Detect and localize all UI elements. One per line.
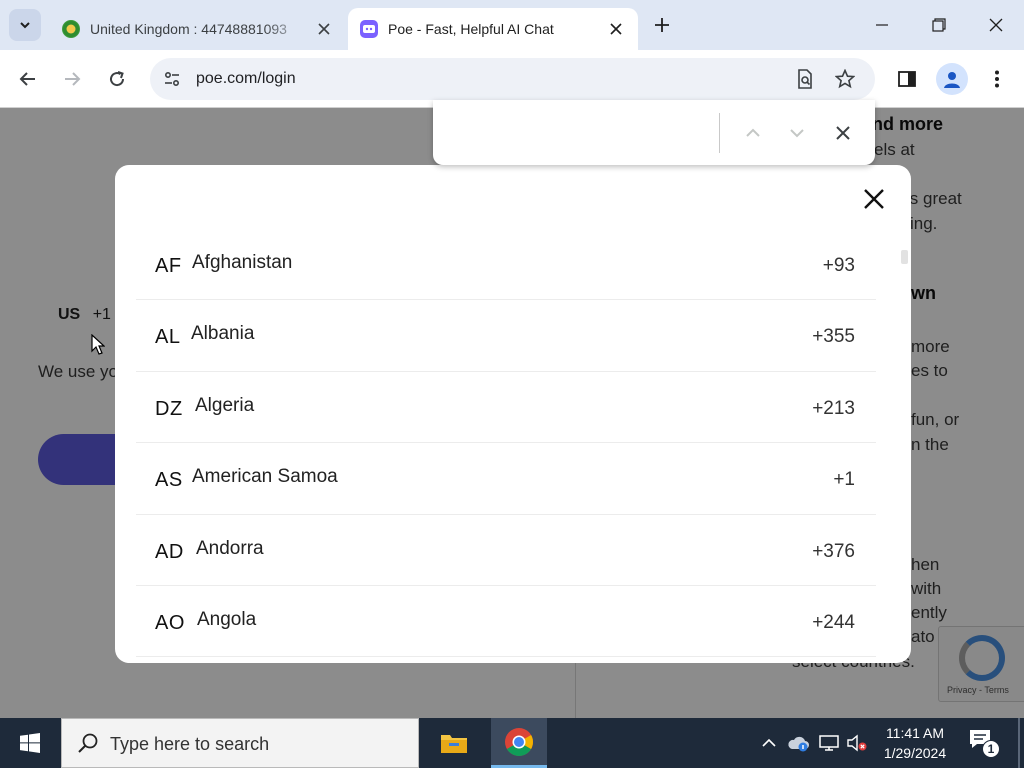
back-button[interactable] bbox=[12, 63, 44, 95]
action-center-button[interactable]: 1 bbox=[968, 728, 1002, 758]
country-option-af[interactable]: AF Afghanistan +93 bbox=[136, 229, 876, 301]
search-placeholder: Type here to search bbox=[110, 734, 270, 754]
restore-icon bbox=[931, 18, 946, 32]
star-bookmark-icon[interactable] bbox=[833, 67, 857, 91]
folder-icon bbox=[441, 735, 467, 753]
close-icon bbox=[864, 189, 884, 209]
find-input[interactable] bbox=[447, 114, 715, 152]
mouse-cursor-icon bbox=[91, 334, 105, 355]
tray-overflow-chevron-icon[interactable] bbox=[757, 731, 781, 755]
forward-button[interactable] bbox=[56, 63, 88, 95]
country-code: AD bbox=[155, 540, 184, 563]
tab-strip: United Kingdom : 44748881093 Poe - Fast,… bbox=[0, 0, 1024, 50]
address-bar[interactable]: poe.com/login bbox=[150, 58, 875, 100]
chevron-down-icon bbox=[790, 129, 804, 138]
network-monitor-icon[interactable] bbox=[817, 731, 841, 755]
taskbar-search-box[interactable]: Type here to search bbox=[61, 718, 419, 768]
search-icon bbox=[78, 733, 98, 753]
country-name: Algeria bbox=[195, 394, 255, 416]
dial-code: +1 bbox=[833, 469, 855, 491]
scrollbar[interactable] bbox=[900, 245, 908, 655]
country-list: AF Afghanistan +93 AL Albania +355 DZ Al… bbox=[136, 229, 876, 663]
country-code: AS bbox=[155, 469, 183, 492]
start-button[interactable] bbox=[0, 718, 60, 768]
reload-button[interactable] bbox=[101, 63, 133, 95]
url-text[interactable]: poe.com/login bbox=[196, 70, 296, 88]
country-name: Afghanistan bbox=[192, 252, 293, 273]
arrow-left-icon bbox=[19, 72, 35, 86]
chevron-down-icon bbox=[20, 22, 30, 29]
avatar-icon bbox=[944, 72, 960, 88]
country-option-al[interactable]: AL Albania +355 bbox=[136, 300, 876, 372]
dial-code: +213 bbox=[812, 397, 855, 419]
tab-search-button[interactable] bbox=[9, 9, 41, 41]
country-option-as[interactable]: AS American Samoa +1 bbox=[136, 443, 876, 515]
clock-time: 11:41 AM bbox=[885, 725, 945, 741]
find-divider bbox=[719, 113, 720, 153]
more-vertical-icon bbox=[995, 70, 999, 88]
show-desktop-button[interactable] bbox=[1018, 718, 1020, 768]
country-name: Angola bbox=[197, 608, 257, 630]
system-clock[interactable]: 11:41 AM 1/29/2024 bbox=[872, 723, 958, 763]
onedrive-cloud-icon[interactable] bbox=[787, 731, 811, 755]
close-tab-icon[interactable] bbox=[606, 19, 626, 39]
country-code: AO bbox=[155, 611, 185, 634]
country-option-next[interactable] bbox=[136, 657, 876, 663]
close-icon bbox=[836, 126, 850, 140]
clock-date: 1/29/2024 bbox=[883, 745, 947, 761]
menu-button[interactable] bbox=[981, 63, 1013, 95]
find-in-page-icon[interactable] bbox=[793, 67, 817, 91]
country-code: AL bbox=[155, 326, 181, 349]
tab-title: Poe - Fast, Helpful AI Chat bbox=[388, 21, 554, 37]
notification-count-badge: 1 bbox=[982, 740, 1000, 758]
tab-title: United Kingdom : 44748881093 bbox=[90, 21, 287, 37]
poe-favicon-icon bbox=[360, 20, 378, 38]
find-next-button[interactable] bbox=[783, 119, 811, 147]
country-name: Andorra bbox=[196, 537, 264, 559]
country-option-ao[interactable]: AO Angola +244 bbox=[136, 586, 876, 658]
minimize-button[interactable] bbox=[853, 0, 910, 50]
new-tab-button[interactable] bbox=[648, 11, 676, 39]
site-settings-icon[interactable] bbox=[160, 67, 184, 91]
chrome-taskbar-button[interactable] bbox=[491, 718, 547, 768]
arrow-right-icon bbox=[65, 72, 81, 86]
profile-button[interactable] bbox=[936, 63, 968, 95]
country-name: American Samoa bbox=[192, 466, 338, 488]
file-explorer-button[interactable] bbox=[429, 718, 479, 768]
find-close-button[interactable] bbox=[829, 119, 857, 147]
close-tab-icon[interactable] bbox=[314, 19, 334, 39]
close-window-button[interactable] bbox=[967, 0, 1024, 50]
find-previous-button[interactable] bbox=[739, 119, 767, 147]
dial-code: +355 bbox=[812, 326, 855, 348]
minimize-icon bbox=[875, 24, 888, 26]
tab-poe[interactable]: Poe - Fast, Helpful AI Chat bbox=[348, 8, 638, 50]
country-option-ad[interactable]: AD Andorra +376 bbox=[136, 515, 876, 586]
dial-code: +93 bbox=[822, 255, 855, 276]
country-option-dz[interactable]: DZ Algeria +213 bbox=[136, 372, 876, 444]
find-bar bbox=[433, 100, 875, 165]
windows-icon bbox=[20, 733, 40, 753]
taskbar: Type here to search 11:41 AM 1/29/2024 1 bbox=[0, 718, 1024, 768]
reload-icon bbox=[110, 71, 125, 87]
country-code: AF bbox=[155, 255, 182, 277]
chrome-icon bbox=[505, 727, 533, 756]
country-code: DZ bbox=[155, 397, 183, 420]
country-picker-modal: AF Afghanistan +93 AL Albania +355 DZ Al… bbox=[115, 165, 911, 663]
restore-button[interactable] bbox=[910, 0, 967, 50]
plus-icon bbox=[655, 18, 669, 32]
country-name: Albania bbox=[191, 323, 255, 345]
close-icon bbox=[989, 18, 1002, 32]
dial-code: +244 bbox=[812, 611, 855, 633]
globe-favicon-icon bbox=[62, 20, 80, 38]
volume-muted-icon[interactable] bbox=[845, 731, 869, 755]
scrollbar-thumb[interactable] bbox=[901, 250, 908, 264]
chevron-up-icon bbox=[746, 128, 760, 137]
dial-code: +376 bbox=[812, 540, 855, 562]
modal-close-button[interactable] bbox=[860, 185, 888, 213]
side-panel-icon bbox=[898, 71, 916, 87]
tab-united-kingdom[interactable]: United Kingdom : 44748881093 bbox=[50, 8, 346, 50]
side-panel-button[interactable] bbox=[891, 63, 923, 95]
